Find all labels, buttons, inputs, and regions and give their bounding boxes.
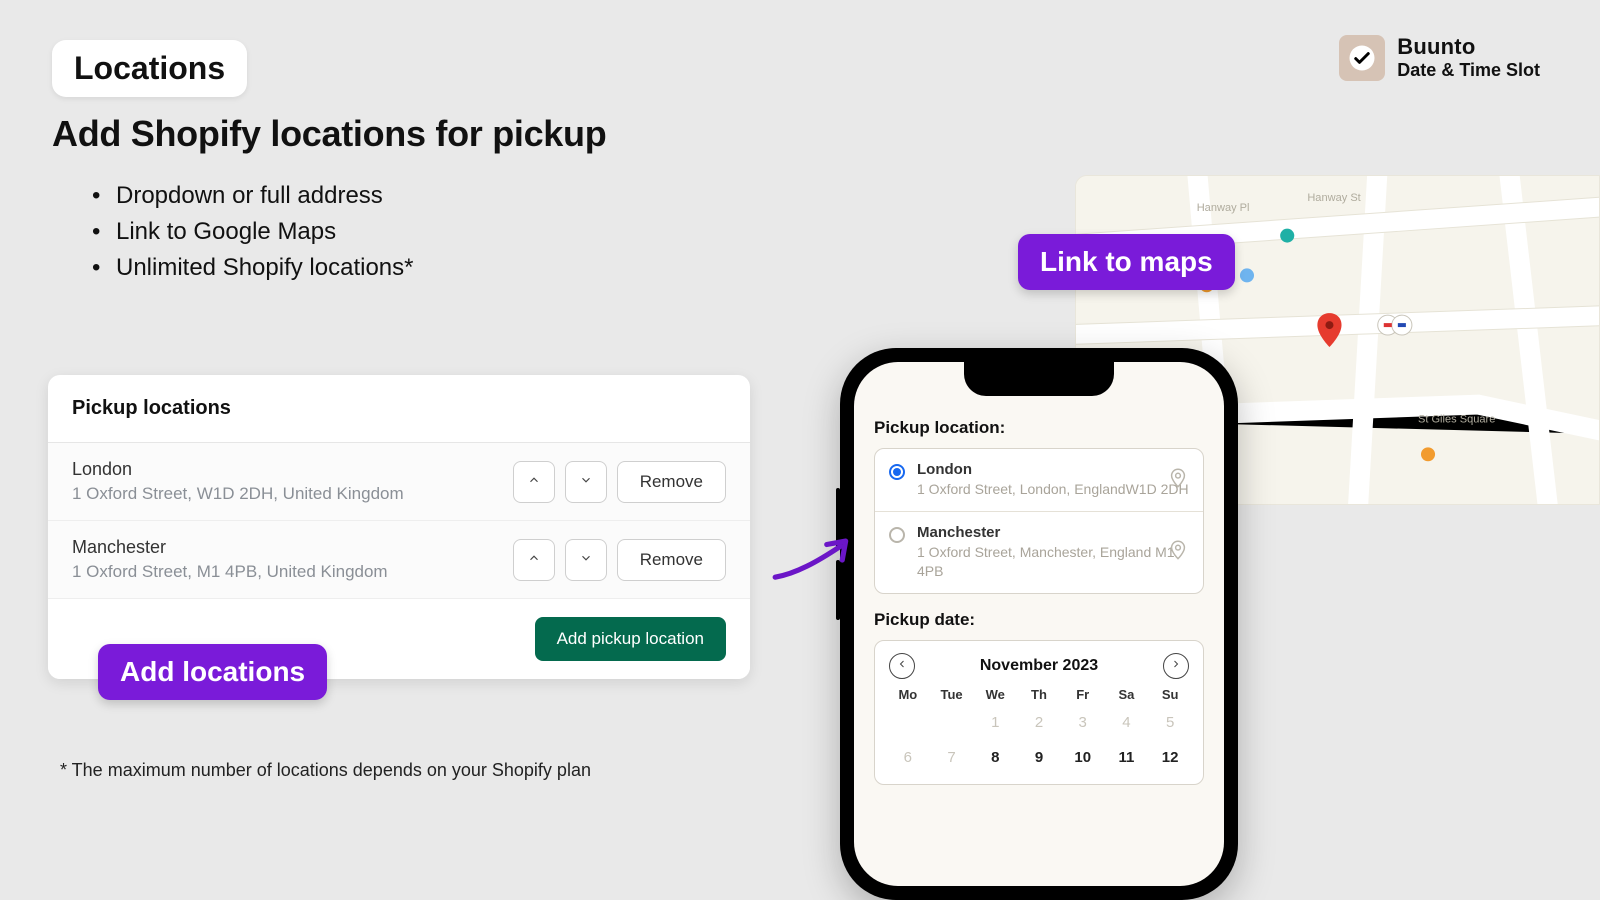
calendar-dow: Th bbox=[1020, 687, 1058, 702]
pickup-locations-card: Pickup locations London 1 Oxford Street,… bbox=[48, 375, 750, 679]
calendar-day bbox=[889, 708, 927, 737]
pickup-location-option[interactable]: Manchester 1 Oxford Street, Manchester, … bbox=[875, 511, 1203, 593]
calendar-day[interactable]: 10 bbox=[1064, 743, 1102, 772]
heading-block: Locations Add Shopify locations for pick… bbox=[52, 40, 606, 155]
annotation-link-to-maps: Link to maps bbox=[1018, 234, 1235, 290]
pickup-location-label: Pickup location: bbox=[874, 418, 1204, 438]
map-pin-icon[interactable] bbox=[1167, 466, 1189, 493]
map-pin-icon[interactable] bbox=[1167, 539, 1189, 566]
location-row: London 1 Oxford Street, W1D 2DH, United … bbox=[48, 443, 750, 521]
pickup-location-option[interactable]: London 1 Oxford Street, London, EnglandW… bbox=[875, 449, 1203, 511]
brand-subtitle: Date & Time Slot bbox=[1397, 60, 1540, 82]
calendar-dow: We bbox=[976, 687, 1014, 702]
arrow-left-icon bbox=[896, 658, 908, 673]
pickup-option-address: 1 Oxford Street, London, EnglandW1D 2DH bbox=[917, 480, 1189, 499]
calendar-day[interactable]: 12 bbox=[1151, 743, 1189, 772]
feature-bullet: Link to Google Maps bbox=[92, 214, 413, 250]
chevron-up-icon bbox=[527, 551, 541, 568]
location-name: London bbox=[72, 459, 404, 480]
chevron-down-icon bbox=[579, 551, 593, 568]
radio-selected-icon bbox=[889, 464, 905, 480]
brand-logo-icon bbox=[1339, 35, 1385, 81]
footnote: * The maximum number of locations depend… bbox=[60, 760, 591, 781]
calendar-dow: Fr bbox=[1064, 687, 1102, 702]
location-address: 1 Oxford Street, W1D 2DH, United Kingdom bbox=[72, 484, 404, 504]
arrow-icon bbox=[770, 530, 856, 590]
calendar-day[interactable]: 1 bbox=[976, 708, 1014, 737]
calendar-dow: Mo bbox=[889, 687, 927, 702]
calendar-dow: Su bbox=[1151, 687, 1189, 702]
svg-text:Hanway St: Hanway St bbox=[1307, 192, 1360, 204]
chevron-up-icon bbox=[527, 473, 541, 490]
feature-bullet: Dropdown or full address bbox=[92, 178, 413, 214]
calendar-dow: Tue bbox=[933, 687, 971, 702]
pickup-option-name: London bbox=[917, 461, 1189, 478]
arrow-right-icon bbox=[1170, 658, 1182, 673]
annotation-add-locations: Add locations bbox=[98, 644, 327, 700]
calendar-day[interactable]: 4 bbox=[1108, 708, 1146, 737]
card-title: Pickup locations bbox=[48, 375, 750, 443]
calendar-day[interactable]: 7 bbox=[933, 743, 971, 772]
location-address: 1 Oxford Street, M1 4PB, United Kingdom bbox=[72, 562, 388, 582]
remove-button[interactable]: Remove bbox=[617, 461, 726, 503]
page-title: Add Shopify locations for pickup bbox=[52, 113, 606, 155]
move-down-button[interactable] bbox=[565, 539, 607, 581]
move-up-button[interactable] bbox=[513, 461, 555, 503]
calendar-day[interactable]: 6 bbox=[889, 743, 927, 772]
location-name: Manchester bbox=[72, 537, 388, 558]
calendar-grid: MoTueWeThFrSaSu123456789101112 bbox=[889, 687, 1189, 772]
calendar-dow: Sa bbox=[1108, 687, 1146, 702]
phone-notch bbox=[964, 362, 1114, 396]
pickup-location-card: London 1 Oxford Street, London, EnglandW… bbox=[874, 448, 1204, 594]
calendar-day bbox=[933, 708, 971, 737]
phone-mockup: Pickup location: London 1 Oxford Street,… bbox=[840, 348, 1238, 900]
svg-text:St Giles Square: St Giles Square bbox=[1418, 414, 1495, 426]
calendar-day[interactable]: 9 bbox=[1020, 743, 1058, 772]
phone-screen: Pickup location: London 1 Oxford Street,… bbox=[854, 362, 1224, 886]
pickup-option-name: Manchester bbox=[917, 524, 1189, 541]
feature-bullet: Unlimited Shopify locations* bbox=[92, 250, 413, 286]
calendar-day[interactable]: 2 bbox=[1020, 708, 1058, 737]
remove-button[interactable]: Remove bbox=[617, 539, 726, 581]
brand-lockup: Buunto Date & Time Slot bbox=[1339, 34, 1540, 82]
pickup-date-label: Pickup date: bbox=[874, 610, 1204, 630]
feature-bullets: Dropdown or full address Link to Google … bbox=[92, 178, 413, 286]
calendar-day[interactable]: 8 bbox=[976, 743, 1014, 772]
heading-pill: Locations bbox=[52, 40, 247, 97]
calendar-day[interactable]: 11 bbox=[1108, 743, 1146, 772]
brand-name: Buunto bbox=[1397, 34, 1540, 60]
next-month-button[interactable] bbox=[1163, 653, 1189, 679]
date-picker: November 2023 MoTueWeThFrSaSu12345678910… bbox=[874, 640, 1204, 785]
move-up-button[interactable] bbox=[513, 539, 555, 581]
location-row: Manchester 1 Oxford Street, M1 4PB, Unit… bbox=[48, 521, 750, 599]
chevron-down-icon bbox=[579, 473, 593, 490]
pickup-option-address: 1 Oxford Street, Manchester, England M1 … bbox=[917, 543, 1189, 581]
add-pickup-location-button[interactable]: Add pickup location bbox=[535, 617, 726, 661]
prev-month-button[interactable] bbox=[889, 653, 915, 679]
calendar-month: November 2023 bbox=[980, 657, 1098, 675]
radio-unselected-icon bbox=[889, 527, 905, 543]
move-down-button[interactable] bbox=[565, 461, 607, 503]
calendar-day[interactable]: 3 bbox=[1064, 708, 1102, 737]
calendar-day[interactable]: 5 bbox=[1151, 708, 1189, 737]
svg-text:Hanway Pl: Hanway Pl bbox=[1197, 202, 1250, 214]
